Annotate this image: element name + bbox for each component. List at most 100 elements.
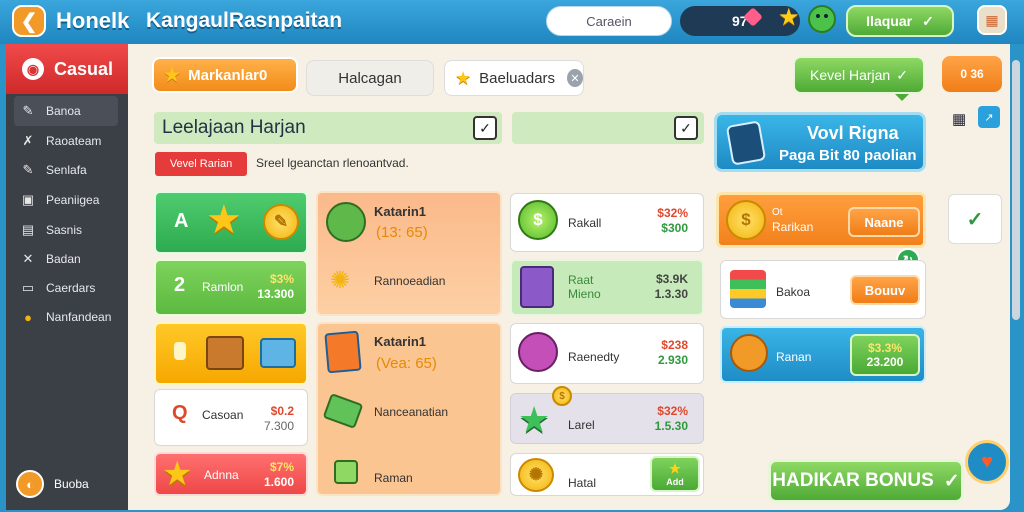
tools-icon: ✕: [22, 251, 34, 266]
sidebar-item-5[interactable]: ✕ Badan: [14, 244, 118, 274]
card-icon: [324, 330, 362, 374]
star-icon: ★: [206, 198, 242, 242]
sidebar-item-1[interactable]: ✗ Raoateam: [14, 126, 118, 156]
check-icon: ✓: [943, 470, 960, 492]
item-price-secondary: 23.200: [866, 355, 904, 369]
daily-checkbox-2[interactable]: ✓: [674, 116, 698, 140]
box-icon: ▣: [21, 192, 35, 207]
pencil-icon: ✎: [22, 103, 34, 118]
sidebar-item-7[interactable]: ● Nanfandean: [14, 302, 118, 332]
add-label: Add: [666, 477, 684, 487]
tab-markanlar[interactable]: ★ Markanlar0: [152, 57, 298, 93]
blue-box-icon: [260, 338, 296, 368]
star-icon[interactable]: ★: [778, 3, 800, 32]
close-icon[interactable]: ✕: [567, 69, 583, 87]
item-letter: Q: [172, 402, 188, 424]
grid-icon[interactable]: ▦: [952, 110, 966, 128]
coin-icon: $: [518, 200, 558, 240]
item-name: Rakall: [568, 216, 602, 230]
sidebar-item-0[interactable]: ✎ Banoa: [14, 96, 118, 126]
item-price-secondary: 2.930: [657, 353, 688, 367]
coin-icon: ●: [24, 309, 32, 325]
name-button[interactable]: Naane: [848, 207, 920, 237]
avatar[interactable]: [808, 5, 836, 33]
sidebar-header-casual[interactable]: ◉ Casual: [6, 44, 128, 94]
map-icon[interactable]: ▦: [977, 5, 1007, 35]
sidebar-item-label: Senlafa: [46, 163, 87, 177]
item-name: Raman: [374, 471, 413, 485]
back-button[interactable]: ❮: [12, 5, 46, 37]
item-price-secondary: 1.5.30: [654, 419, 688, 433]
top-action-label: Ilaquar: [866, 13, 913, 29]
item-name-line-1: Raat: [568, 273, 594, 287]
claim-bonus-button[interactable]: HADIKAR BONUS ✓: [768, 459, 964, 503]
item-price-secondary: 1.3.30: [654, 287, 688, 301]
gift-icon[interactable]: ♥: [965, 440, 1009, 484]
sidebar-item-label: Banoa: [46, 104, 81, 118]
character-level: (Vea: 65): [376, 355, 437, 372]
daily-title: Leelajaan Harjan: [162, 117, 306, 138]
item-name: Nanceanatian: [374, 405, 449, 419]
sidebar-item-label: Caerdars: [46, 281, 96, 295]
scrollbar[interactable]: [1012, 60, 1020, 320]
item-name: Adnna: [204, 468, 239, 482]
item-price: $3% 13.300: [248, 272, 294, 302]
item-name: Raenedty: [568, 350, 620, 364]
top-action-button[interactable]: Ilaquar ✓: [846, 5, 954, 37]
sidebar-item-label: Badan: [46, 252, 81, 266]
search-field[interactable]: Caraein: [546, 6, 672, 36]
expand-icon[interactable]: ↗: [978, 106, 1000, 128]
sidebar-item-3[interactable]: ▣ Peaniigea: [14, 185, 118, 215]
app-title: Honelk: [56, 8, 130, 33]
card-icon: [725, 120, 767, 166]
cabinet-icon: [520, 266, 554, 308]
item-price-secondary: 7.300: [263, 419, 294, 433]
tab-label: Markanlar0: [188, 66, 268, 84]
add-button[interactable]: ★ Add: [650, 456, 700, 492]
character-name: Katarin1: [374, 334, 427, 349]
price-button[interactable]: $3.3% 23.200: [850, 334, 920, 376]
confirm-check-button[interactable]: ✓: [948, 194, 1002, 244]
daily-checkbox-1[interactable]: ✓: [473, 116, 497, 140]
bonus-label: HADIKAR BONUS: [772, 470, 934, 491]
item-name: Raat Mieno: [568, 273, 601, 301]
item-name-line-2: Mieno: [568, 287, 601, 301]
sidebar-footer-label: Buoba: [54, 477, 89, 491]
star-icon: ★: [162, 455, 193, 493]
item-price-primary: $3.3%: [867, 341, 903, 355]
level-badge: Vevel Rarian: [155, 152, 247, 176]
tab-halcagan[interactable]: Halcagan: [306, 60, 434, 96]
item-price-secondary: 1.600: [263, 475, 294, 489]
bonus-button[interactable]: Bouuv: [850, 275, 920, 305]
star-icon: ★: [518, 399, 551, 440]
sidebar-item-6[interactable]: ▭ Caerdars: [14, 273, 118, 303]
item-name: Ramlon: [202, 280, 244, 294]
star-icon: ★: [669, 461, 681, 476]
item-name-line-1: Ot: [772, 207, 783, 218]
sidebar-item-2[interactable]: ✎ Senlafa: [14, 155, 118, 185]
promo-banner[interactable]: Vovl Rigna Paga Bit 80 paolian: [714, 112, 926, 172]
speech-label: Kevel Harjan: [810, 67, 891, 83]
item-price-primary: $3%: [269, 272, 294, 286]
sun-icon: ✺: [330, 267, 351, 294]
sidebar-item-label: Peaniigea: [46, 193, 100, 207]
character-icon: [326, 202, 366, 242]
tab-baeluadars[interactable]: ★ Baeluadars ✕: [444, 60, 584, 96]
sidebar-item-label: Nanfandean: [46, 310, 112, 324]
item-price-secondary: 13.300: [257, 287, 294, 301]
sidebar-item-4[interactable]: ▤ Sasnis: [14, 215, 118, 245]
coin-icon: $: [726, 200, 766, 240]
item-name: Larel: [568, 418, 595, 432]
level-speech-bubble[interactable]: Kevel Harjan ✓: [793, 56, 925, 101]
orange-counter-button[interactable]: 0 36: [942, 56, 1002, 92]
item-price: $32% $300: [640, 206, 688, 236]
window-icon: ▭: [21, 280, 35, 295]
plant-icon: [334, 460, 358, 484]
lock-icon: [174, 342, 186, 360]
sidebar-footer[interactable]: ◐ Buoba: [16, 470, 89, 498]
cross-icon: ✗: [22, 133, 34, 148]
item-name: Rannoeadian: [374, 274, 446, 288]
star-icon: ★: [455, 67, 472, 88]
item-name: Hatal: [568, 476, 597, 490]
item-name: Bakoa: [776, 285, 811, 299]
